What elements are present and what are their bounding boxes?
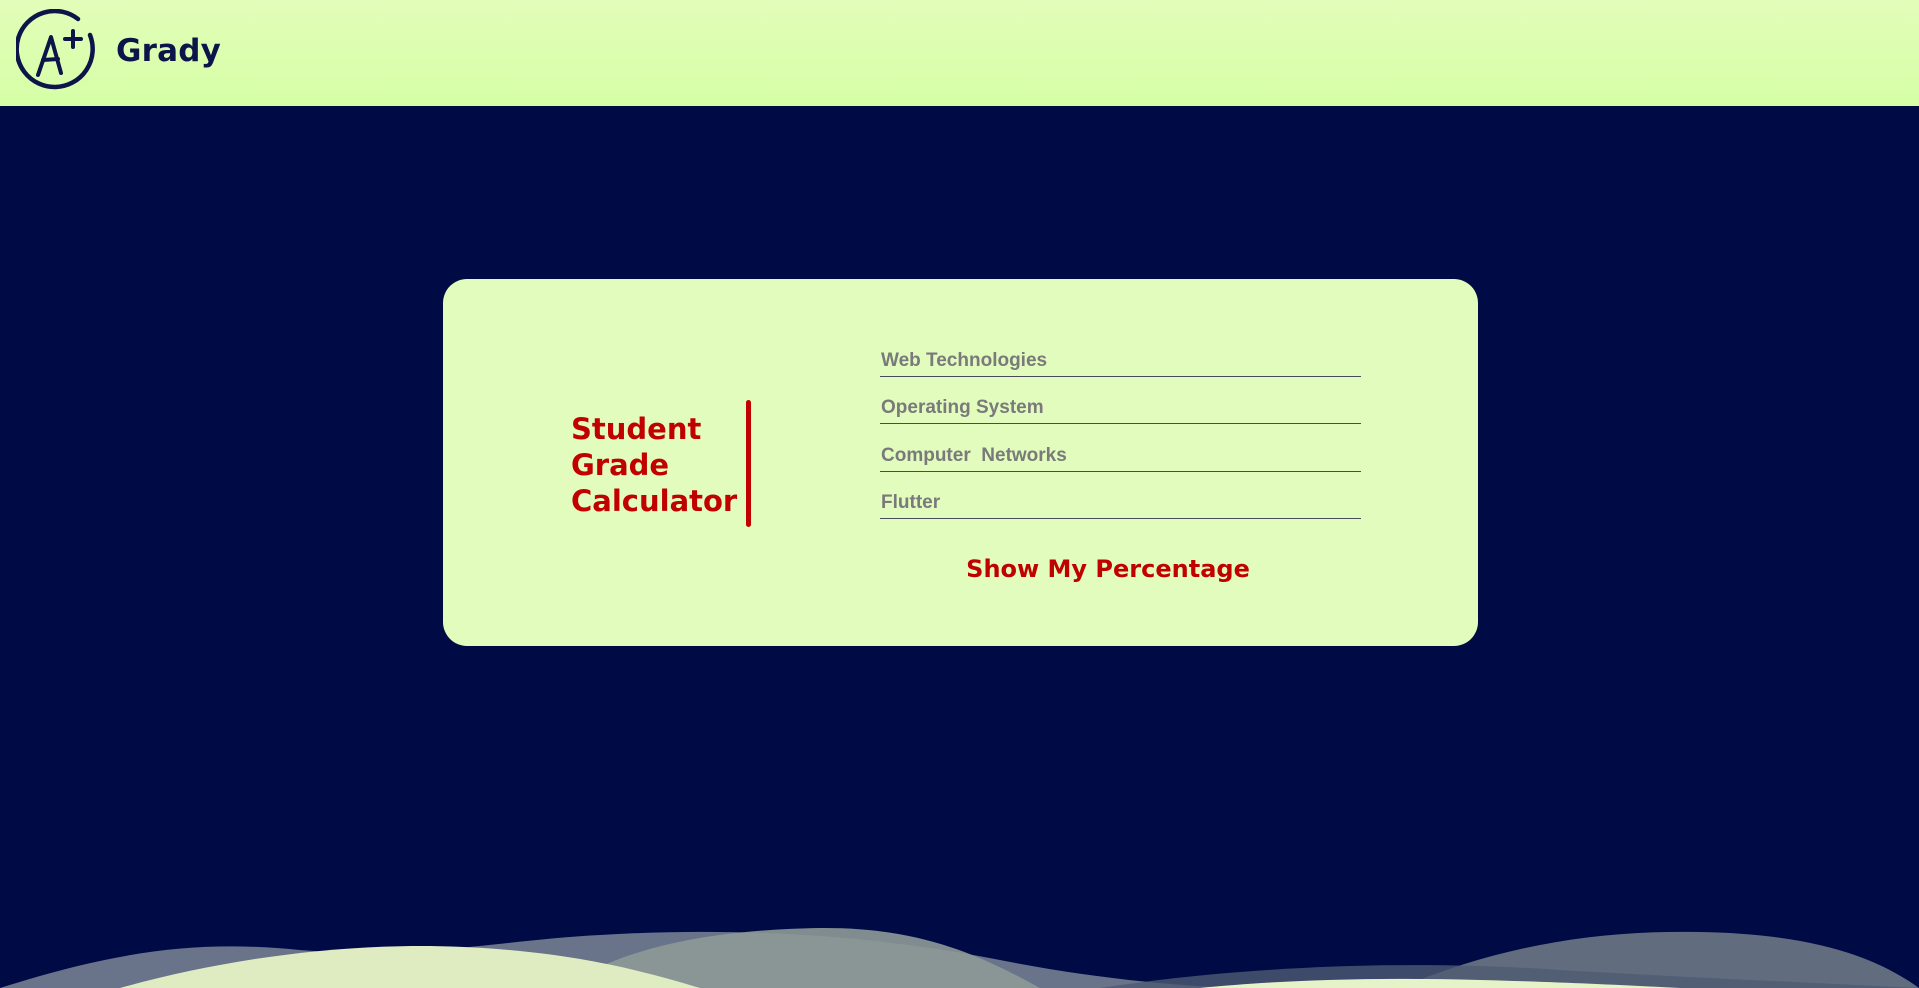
a-plus-grade-icon[interactable]	[16, 9, 100, 93]
show-percentage-button[interactable]: Show My Percentage	[960, 549, 1256, 589]
computer-networks-input[interactable]	[880, 442, 1361, 472]
page-title: Student Grade Calculator	[571, 411, 741, 519]
flutter-input[interactable]	[880, 489, 1361, 519]
navbar: Grady	[0, 0, 1919, 106]
title-line-1: Student	[571, 412, 702, 446]
decorative-waves	[0, 927, 1919, 988]
title-line-2: Grade	[571, 448, 670, 482]
operating-system-input[interactable]	[880, 394, 1361, 424]
title-line-3: Calculator	[571, 484, 738, 518]
title-divider	[746, 400, 751, 527]
web-technologies-input[interactable]	[880, 347, 1361, 377]
brand-name[interactable]: Grady	[116, 33, 221, 69]
